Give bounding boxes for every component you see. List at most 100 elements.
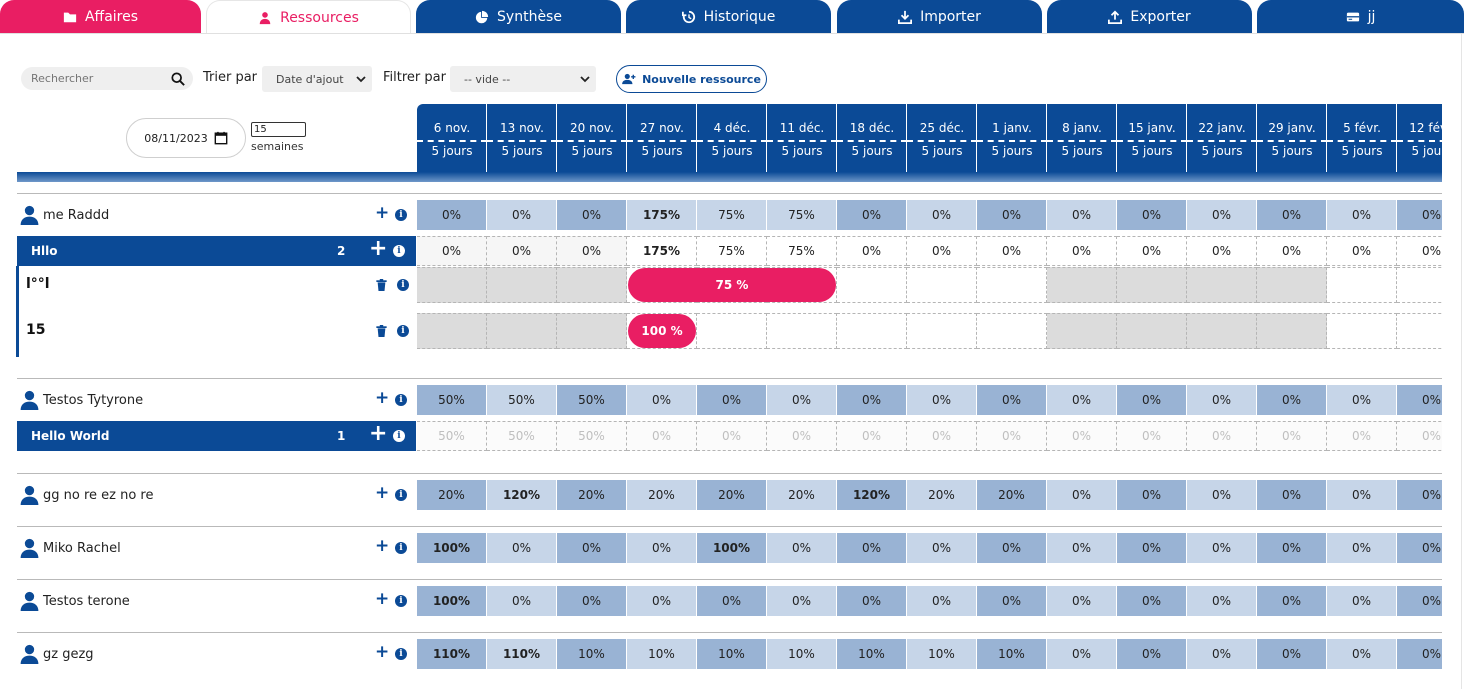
load-cell[interactable]: 0% bbox=[977, 200, 1047, 230]
load-cell[interactable]: 0% bbox=[767, 533, 837, 563]
load-cell[interactable]: 0% bbox=[1257, 385, 1327, 415]
timeline-cell[interactable] bbox=[487, 313, 557, 349]
timeline-cell[interactable] bbox=[697, 313, 767, 349]
timeline-cell[interactable] bbox=[417, 313, 487, 349]
resource-name[interactable]: Testos terone bbox=[20, 589, 130, 613]
load-cell[interactable]: 100% bbox=[417, 586, 487, 616]
load-cell[interactable]: 0% bbox=[1047, 533, 1117, 563]
search-icon[interactable] bbox=[171, 71, 185, 86]
team-header[interactable]: Hllo 2 + i bbox=[17, 236, 416, 266]
load-cell[interactable]: 0% bbox=[1187, 480, 1257, 510]
load-cell[interactable]: 0% bbox=[697, 586, 767, 616]
timeline-cell[interactable] bbox=[907, 267, 977, 303]
timeline-cell[interactable] bbox=[557, 313, 627, 349]
timeline-cell[interactable] bbox=[417, 267, 487, 303]
timeline-cell[interactable] bbox=[977, 267, 1047, 303]
tab-affaires[interactable]: Affaires bbox=[0, 0, 201, 34]
timeline-cell[interactable] bbox=[487, 267, 557, 303]
load-cell[interactable]: 0% bbox=[487, 533, 557, 563]
add-member-button[interactable]: + bbox=[369, 238, 387, 260]
load-cell[interactable]: 0% bbox=[1397, 480, 1442, 510]
load-cell[interactable]: 0% bbox=[1187, 586, 1257, 616]
load-cell[interactable]: 0% bbox=[977, 533, 1047, 563]
load-cell[interactable]: 10% bbox=[767, 639, 837, 669]
load-cell[interactable]: 0% bbox=[1117, 200, 1187, 230]
load-cell[interactable]: 0% bbox=[1257, 533, 1327, 563]
load-cell[interactable]: 0% bbox=[1047, 200, 1117, 230]
load-cell[interactable]: 20% bbox=[417, 480, 487, 510]
tab-ressources[interactable]: Ressources bbox=[206, 0, 411, 34]
add-assignment-button[interactable]: + bbox=[375, 205, 389, 222]
calendar-icon[interactable] bbox=[214, 131, 228, 145]
timeline-cell[interactable] bbox=[1187, 313, 1257, 349]
load-cell[interactable]: 0% bbox=[1327, 639, 1397, 669]
resource-name[interactable]: gg no re ez no re bbox=[20, 483, 154, 507]
load-cell[interactable]: 0% bbox=[627, 533, 697, 563]
load-cell[interactable]: 0% bbox=[767, 385, 837, 415]
load-cell[interactable]: 0% bbox=[1117, 639, 1187, 669]
load-cell[interactable]: 110% bbox=[487, 639, 557, 669]
load-cell[interactable]: 50% bbox=[557, 385, 627, 415]
load-cell[interactable]: 0% bbox=[1187, 200, 1257, 230]
load-cell[interactable]: 120% bbox=[487, 480, 557, 510]
info-icon[interactable]: i bbox=[395, 489, 407, 501]
sort-select[interactable]: Date d'ajout bbox=[262, 66, 372, 92]
load-cell[interactable]: 20% bbox=[557, 480, 627, 510]
load-cell[interactable]: 0% bbox=[417, 200, 487, 230]
tab-importer[interactable]: Importer bbox=[837, 0, 1042, 34]
timeline-cell[interactable] bbox=[1047, 313, 1117, 349]
trash-icon[interactable] bbox=[376, 325, 387, 337]
tab-jj[interactable]: jj bbox=[1257, 0, 1464, 34]
load-cell[interactable]: 10% bbox=[557, 639, 627, 669]
load-cell[interactable]: 120% bbox=[837, 480, 907, 510]
new-resource-button[interactable]: Nouvelle ressource bbox=[616, 65, 767, 93]
info-icon[interactable]: i bbox=[395, 648, 407, 660]
load-cell[interactable]: 0% bbox=[557, 200, 627, 230]
info-icon[interactable]: i bbox=[395, 542, 407, 554]
load-cell[interactable]: 0% bbox=[1117, 586, 1187, 616]
load-cell[interactable]: 0% bbox=[487, 586, 557, 616]
load-cell[interactable]: 20% bbox=[977, 480, 1047, 510]
resource-name[interactable]: gz gezg bbox=[20, 642, 94, 666]
search-input[interactable] bbox=[31, 72, 171, 85]
info-icon[interactable]: i bbox=[395, 595, 407, 607]
timeline-cell[interactable] bbox=[1047, 267, 1117, 303]
timeline-cell[interactable] bbox=[1187, 267, 1257, 303]
load-cell[interactable]: 0% bbox=[1397, 200, 1442, 230]
resource-name[interactable]: Testos Tytyrone bbox=[20, 388, 143, 412]
load-cell[interactable]: 0% bbox=[1047, 480, 1117, 510]
add-assignment-button[interactable]: + bbox=[375, 485, 389, 502]
add-member-button[interactable]: + bbox=[369, 423, 387, 445]
load-cell[interactable]: 0% bbox=[837, 200, 907, 230]
load-cell[interactable]: 100% bbox=[697, 533, 767, 563]
timeline-cell[interactable] bbox=[1257, 267, 1327, 303]
timeline-cell[interactable] bbox=[557, 267, 627, 303]
load-cell[interactable]: 0% bbox=[1187, 639, 1257, 669]
load-cell[interactable]: 20% bbox=[767, 480, 837, 510]
info-icon[interactable]: i bbox=[393, 430, 405, 442]
load-cell[interactable]: 10% bbox=[837, 639, 907, 669]
load-cell[interactable]: 0% bbox=[1117, 480, 1187, 510]
add-assignment-button[interactable]: + bbox=[375, 644, 389, 661]
load-cell[interactable]: 0% bbox=[1327, 385, 1397, 415]
info-icon[interactable]: i bbox=[393, 245, 405, 257]
load-cell[interactable]: 0% bbox=[1187, 385, 1257, 415]
load-cell[interactable]: 0% bbox=[557, 586, 627, 616]
start-date-field[interactable]: 08/11/2023 bbox=[126, 118, 246, 158]
load-cell[interactable]: 0% bbox=[1327, 200, 1397, 230]
load-cell[interactable]: 0% bbox=[767, 586, 837, 616]
tab-historique[interactable]: Historique bbox=[626, 0, 831, 34]
load-cell[interactable]: 0% bbox=[1047, 385, 1117, 415]
load-cell[interactable]: 75% bbox=[697, 200, 767, 230]
load-cell[interactable]: 0% bbox=[1397, 385, 1442, 415]
load-cell[interactable]: 0% bbox=[907, 200, 977, 230]
tab-synthese[interactable]: Synthèse bbox=[416, 0, 621, 34]
timeline-cell[interactable] bbox=[837, 267, 907, 303]
timeline-cell[interactable] bbox=[1397, 313, 1442, 349]
load-cell[interactable]: 0% bbox=[1397, 639, 1442, 669]
info-icon[interactable]: i bbox=[397, 279, 409, 291]
team-header[interactable]: Hello World 1 + i bbox=[17, 421, 416, 451]
load-cell[interactable]: 0% bbox=[837, 533, 907, 563]
load-cell[interactable]: 10% bbox=[977, 639, 1047, 669]
load-cell[interactable]: 0% bbox=[1257, 200, 1327, 230]
